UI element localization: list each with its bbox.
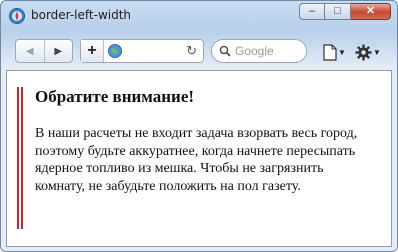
address-bar[interactable]: + ↻: [80, 39, 204, 63]
browser-window: border-left-width – □ ✕ ◀ ▶ + ↻ Google ▼…: [0, 0, 398, 252]
forward-button[interactable]: ▶: [43, 40, 73, 62]
chevron-down-icon: ▼: [338, 47, 346, 57]
page-icon: [323, 43, 337, 61]
window-controls: – □ ✕: [299, 3, 391, 20]
search-field[interactable]: Google: [211, 39, 307, 63]
forward-icon: ▶: [54, 45, 63, 57]
chevron-down-icon: ▼: [373, 47, 381, 57]
browser-toolbar: ◀ ▶ + ↻ Google ▼ ▼: [1, 35, 397, 67]
search-icon: [219, 45, 231, 57]
reload-icon[interactable]: ↻: [186, 43, 197, 59]
gear-icon: [355, 44, 372, 60]
note-block: Обратите внимание! В наши расчеты не вхо…: [17, 87, 375, 229]
maximize-button[interactable]: □: [325, 3, 351, 20]
new-tab-button[interactable]: +: [81, 40, 104, 62]
page-viewport: Обратите внимание! В наши расчеты не вхо…: [6, 70, 392, 247]
back-icon: ◀: [25, 45, 34, 57]
title-bar: border-left-width – □ ✕: [1, 1, 397, 31]
note-heading: Обратите внимание!: [35, 87, 195, 106]
page-menu-button[interactable]: ▼: [323, 43, 351, 61]
close-button[interactable]: ✕: [351, 3, 391, 20]
plus-icon: +: [87, 42, 97, 59]
note-body: В наши расчеты не входит задача взорвать…: [35, 126, 358, 194]
window-title: border-left-width: [31, 8, 132, 22]
search-placeholder: Google: [235, 44, 274, 58]
back-button[interactable]: ◀: [16, 40, 44, 62]
navigation-buttons: ◀ ▶: [15, 39, 73, 63]
settings-menu-button[interactable]: ▼: [355, 43, 387, 61]
safari-compass-icon: [9, 8, 25, 24]
minimize-button[interactable]: –: [299, 3, 325, 20]
globe-icon: [108, 44, 122, 58]
